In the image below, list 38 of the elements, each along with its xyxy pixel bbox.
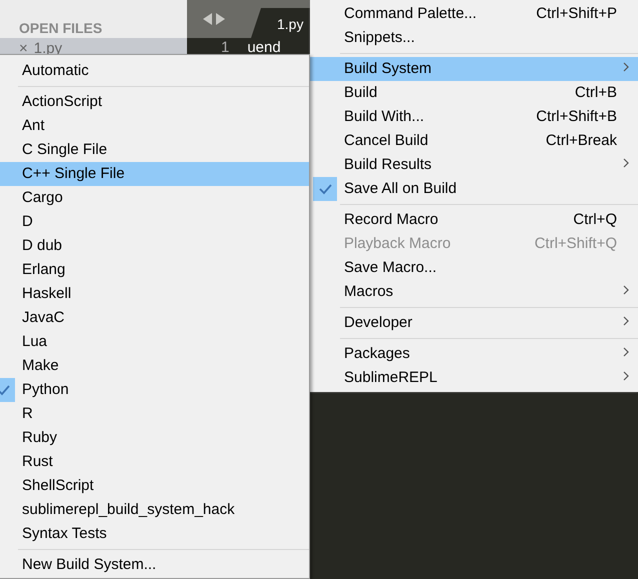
- menu-item[interactable]: C++ Single File: [0, 162, 309, 186]
- menu-item[interactable]: C Single File: [0, 138, 309, 162]
- menu-item[interactable]: Build System: [310, 57, 638, 81]
- menu-item[interactable]: Save Macro...: [310, 256, 638, 280]
- menu-item[interactable]: R: [0, 402, 309, 426]
- menu-item[interactable]: Build Ctrl+B: [310, 81, 638, 105]
- menu-item[interactable]: D dub: [0, 234, 309, 258]
- menu-item[interactable]: New Build System...: [0, 553, 309, 577]
- menu-item[interactable]: Lua: [0, 330, 309, 354]
- menu-item[interactable]: sublimerepl_build_system_hack: [0, 498, 309, 522]
- menu-item[interactable]: Haskell: [0, 282, 309, 306]
- menu-item[interactable]: Syntax Tests: [0, 522, 309, 546]
- code-text: uend: [247, 40, 281, 56]
- menu-item[interactable]: Save All on Build: [310, 177, 638, 201]
- menu-item[interactable]: Ant: [0, 114, 309, 138]
- menu-item[interactable]: Ruby: [0, 426, 309, 450]
- menu-item[interactable]: Build With... Ctrl+Shift+B: [310, 105, 638, 129]
- menu-item[interactable]: SublimeREPL: [310, 366, 638, 390]
- menu-item[interactable]: ActionScript: [0, 90, 309, 114]
- menu-item[interactable]: ShellScript: [0, 474, 309, 498]
- menu-item[interactable]: Cancel Build Ctrl+Break: [310, 129, 638, 153]
- menu-item[interactable]: Build Results: [310, 153, 638, 177]
- menu-item[interactable]: Developer: [310, 311, 638, 335]
- menu-item[interactable]: Macros: [310, 280, 638, 304]
- menu-item[interactable]: D: [0, 210, 309, 234]
- sidebar-header: OPEN FILES: [18, 19, 104, 38]
- menu-item[interactable]: Erlang: [0, 258, 309, 282]
- menu-item[interactable]: JavaC: [0, 306, 309, 330]
- menu-item[interactable]: Rust: [0, 450, 309, 474]
- line-number: 1: [221, 40, 230, 56]
- menu-item[interactable]: Python: [0, 378, 309, 402]
- menu-item[interactable]: Packages: [310, 342, 638, 366]
- menu-item[interactable]: Automatic: [0, 59, 309, 83]
- menu-item[interactable]: Make: [0, 354, 309, 378]
- menu-item[interactable]: Cargo: [0, 186, 309, 210]
- previous-arrow-icon[interactable]: [203, 13, 212, 25]
- menu-item[interactable]: Record Macro Ctrl+Q: [310, 208, 638, 232]
- next-arrow-icon[interactable]: [216, 13, 225, 25]
